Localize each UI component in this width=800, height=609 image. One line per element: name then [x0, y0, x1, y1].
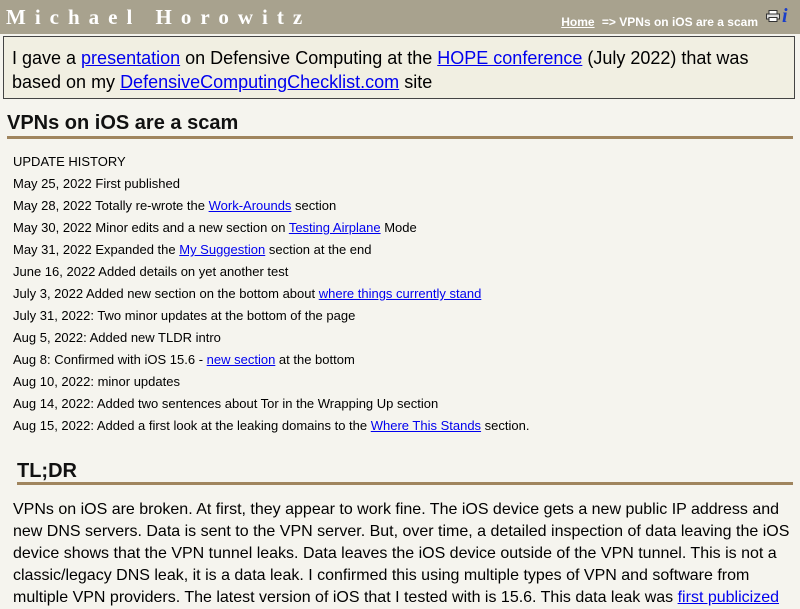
heading-divider — [7, 136, 793, 139]
tldr-heading: TL;DR — [17, 460, 77, 482]
history-entry-link[interactable]: My Suggestion — [179, 242, 265, 257]
page-title: VPNs on iOS are a scam — [7, 112, 239, 134]
history-entry: Aug 14, 2022: Added two sentences about … — [13, 394, 529, 416]
history-entry: Aug 5, 2022: Added new TLDR intro — [13, 328, 529, 350]
history-entry-text: Aug 10, 2022: minor updates — [13, 374, 180, 389]
history-entry-text: Aug 8: Confirmed with iOS 15.6 - — [13, 352, 207, 367]
history-entry-link[interactable]: Where This Stands — [371, 418, 481, 433]
history-entry-text: July 3, 2022 Added new section on the bo… — [13, 286, 319, 301]
history-entry-text: at the bottom — [275, 352, 355, 367]
tldr-paragraph: VPNs on iOS are broken. At first, they a… — [13, 499, 793, 609]
breadcrumb-separator: => — [601, 15, 616, 29]
checklist-site-link[interactable]: DefensiveComputingChecklist.com — [120, 72, 399, 92]
breadcrumb: Home => VPNs on iOS are a scam — [561, 15, 758, 29]
history-entry-text: Aug 5, 2022: Added new TLDR intro — [13, 330, 221, 345]
site-title: Michael Horowitz — [6, 5, 312, 29]
banner-text-part: I gave a — [12, 48, 82, 68]
banner-text-part: on Defensive Computing at the — [180, 48, 438, 68]
first-publicized-link[interactable]: first publicized — [678, 589, 779, 606]
history-entry: July 3, 2022 Added new section on the bo… — [13, 284, 529, 306]
history-entry: May 30, 2022 Minor edits and a new secti… — [13, 218, 529, 240]
history-entry: Aug 8: Confirmed with iOS 15.6 - new sec… — [13, 350, 529, 372]
history-entry: May 25, 2022 First published — [13, 174, 529, 196]
history-entry-text: section. — [481, 418, 530, 433]
banner-text-part: site — [399, 72, 433, 92]
history-entry-link[interactable]: new section — [207, 352, 276, 367]
tldr-divider — [17, 482, 793, 485]
history-entry-text: July 31, 2022: Two minor updates at the … — [13, 308, 356, 323]
presentation-link[interactable]: presentation — [81, 48, 180, 68]
history-entry: May 28, 2022 Totally re-wrote the Work-A… — [13, 196, 529, 218]
history-entry-text: section at the end — [265, 242, 372, 257]
home-link[interactable]: Home — [561, 15, 594, 29]
history-entry: Aug 10, 2022: minor updates — [13, 372, 529, 394]
history-entry-link[interactable]: Testing Airplane — [289, 220, 381, 235]
history-entry: May 31, 2022 Expanded the My Suggestion … — [13, 240, 529, 262]
history-entry-text: Aug 15, 2022: Added a first look at the … — [13, 418, 371, 433]
history-entry-text: Mode — [380, 220, 417, 235]
history-entry-link[interactable]: where things currently stand — [319, 286, 482, 301]
history-entry-text: May 30, 2022 Minor edits and a new secti… — [13, 220, 289, 235]
hope-conference-link[interactable]: HOPE conference — [437, 48, 582, 68]
conference-banner: I gave a presentation on Defensive Compu… — [3, 36, 795, 99]
history-entry: July 31, 2022: Two minor updates at the … — [13, 306, 529, 328]
history-entry-text: May 25, 2022 First published — [13, 176, 180, 191]
update-history: UPDATE HISTORY May 25, 2022 First publis… — [13, 152, 529, 438]
history-entry: Aug 15, 2022: Added a first look at the … — [13, 416, 529, 438]
history-entry-text: Aug 14, 2022: Added two sentences about … — [13, 396, 439, 411]
tldr-text: VPNs on iOS are broken. At first, they a… — [13, 501, 790, 606]
site-header: Michael Horowitz Home => VPNs on iOS are… — [0, 0, 800, 34]
update-history-title: UPDATE HISTORY — [13, 154, 126, 169]
history-entry-text: May 28, 2022 Totally re-wrote the — [13, 198, 209, 213]
history-entry-text: section — [291, 198, 337, 213]
history-entry-text: June 16, 2022 Added details on yet anoth… — [13, 264, 289, 279]
banner-text: I gave a presentation on Defensive Compu… — [12, 46, 792, 94]
printer-icon[interactable] — [766, 10, 780, 22]
history-entry-text: May 31, 2022 Expanded the — [13, 242, 180, 257]
history-entry: June 16, 2022 Added details on yet anoth… — [13, 262, 529, 284]
info-icon[interactable]: i — [782, 6, 788, 26]
breadcrumb-current: VPNs on iOS are a scam — [619, 15, 758, 29]
history-entry-link[interactable]: Work-Arounds — [209, 198, 292, 213]
